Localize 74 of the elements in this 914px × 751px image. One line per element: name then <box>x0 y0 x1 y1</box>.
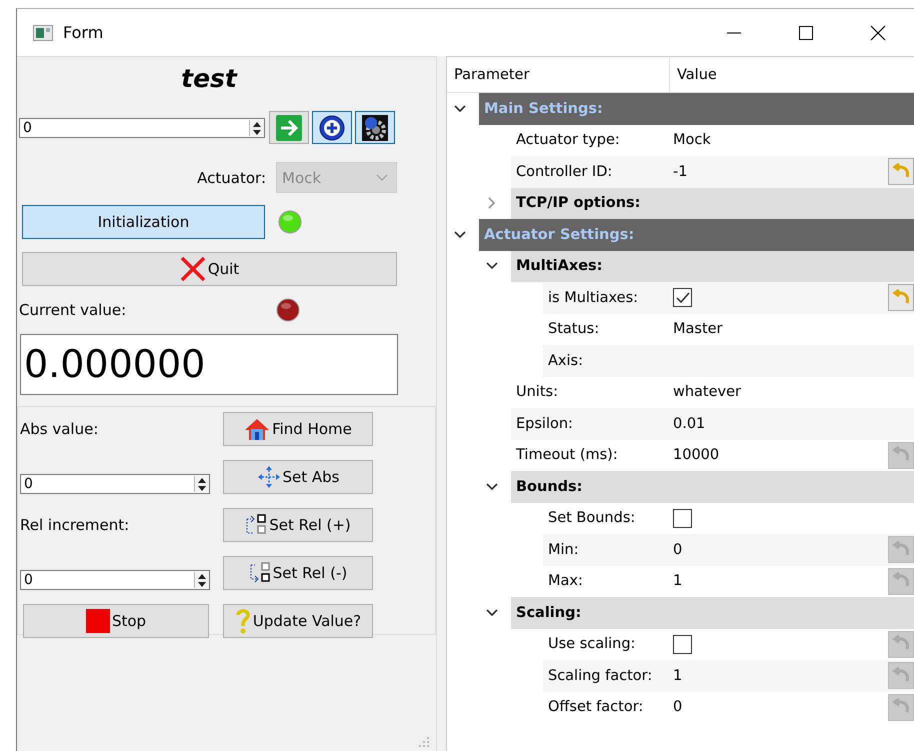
column-header[interactable]: Parameter <box>447 57 670 92</box>
parameter-value[interactable]: 0 <box>671 699 682 716</box>
undo-icon <box>891 666 911 684</box>
parameter-label: Status: <box>547 321 600 338</box>
rel-increment-label: Rel increment: <box>20 516 130 534</box>
parameter-label: Epsilon: <box>515 416 574 432</box>
parameter-label: Axis: <box>547 352 584 369</box>
relative-move-icon <box>245 513 268 537</box>
parameter-value[interactable]: 10000 <box>671 447 720 464</box>
plus-icon <box>319 114 345 140</box>
parameter-label: is Multiaxes: <box>547 290 640 306</box>
value-display: 0.000000 <box>20 334 398 395</box>
add-button[interactable] <box>312 111 352 144</box>
settings-button[interactable] <box>355 111 395 144</box>
panel-title: test <box>180 63 238 95</box>
parameter-label: Controller ID: <box>515 164 614 180</box>
current-value-label: Current value: <box>19 301 128 319</box>
spin-box[interactable]: 0 <box>19 118 265 138</box>
window-title: Form <box>63 23 104 42</box>
checkbox[interactable] <box>673 288 692 308</box>
undo-icon <box>891 162 911 180</box>
actuator-label: Actuator: <box>196 168 266 186</box>
maximize-icon <box>798 24 814 40</box>
initialization-button[interactable]: Initialization <box>22 205 265 239</box>
stop-button[interactable]: Stop <box>23 604 209 638</box>
gear-icon <box>362 114 388 140</box>
stop-icon <box>86 609 110 633</box>
parameter-value[interactable]: Master <box>671 321 723 338</box>
update-value-button[interactable]: Update Value? <box>223 604 373 638</box>
parameter-value[interactable]: 1 <box>671 573 682 590</box>
undo-icon <box>891 288 911 306</box>
relative-move-icon <box>248 561 271 585</box>
parameter-value[interactable]: whatever <box>671 384 742 400</box>
chevron-icon <box>376 174 388 182</box>
parameter-label: Set Bounds: <box>547 510 636 526</box>
abs-value-spin-box[interactable]: 0 <box>20 474 210 494</box>
column-header[interactable]: Value <box>670 57 717 92</box>
move-arrows-icon <box>256 465 280 489</box>
find-home-button[interactable]: Find Home <box>223 412 373 446</box>
set-rel-minus-button[interactable]: Set Rel (-) <box>223 556 373 590</box>
reset-button[interactable] <box>888 158 914 185</box>
reset-button[interactable] <box>888 284 914 311</box>
parameter-label: Use scaling: <box>547 636 636 652</box>
parameter-label: Timeout (ms): <box>515 447 619 464</box>
checkbox[interactable] <box>673 634 692 654</box>
rel-increment-spin-box[interactable]: 0 <box>20 570 210 590</box>
minimize-icon <box>726 32 742 34</box>
abs-value-label: Abs value: <box>20 420 100 438</box>
subgroup-header[interactable]: MultiAxes: <box>511 250 914 282</box>
subgroup-header[interactable]: Scaling: <box>511 597 914 628</box>
set-abs-button[interactable]: Set Abs <box>223 460 373 494</box>
parameter-value[interactable]: Mock <box>671 132 711 148</box>
subgroup-header[interactable]: TCP/IP options: <box>511 188 914 219</box>
close-icon <box>180 256 206 282</box>
resize-grip-icon[interactable] <box>418 736 430 748</box>
house-icon <box>244 417 270 441</box>
parameter-label: Actuator type: <box>515 132 621 148</box>
window-icon <box>33 24 53 40</box>
close-icon <box>870 24 886 40</box>
parameter-label: Offset factor: <box>547 699 644 716</box>
parameter-label: Max: <box>547 573 584 590</box>
parameter-label: Units: <box>515 384 559 400</box>
parameter-value[interactable]: 1 <box>671 668 682 684</box>
checkbox[interactable] <box>673 508 692 528</box>
parameter-value[interactable]: 0 <box>671 542 682 558</box>
parameter-value[interactable]: 0.01 <box>671 416 706 432</box>
undo-icon <box>891 540 911 558</box>
parameter-value[interactable]: -1 <box>671 164 688 180</box>
question-mark-icon <box>234 608 251 634</box>
subgroup-header[interactable]: Bounds: <box>511 471 914 502</box>
set-rel-plus-button[interactable]: Set Rel (+) <box>223 508 373 542</box>
parameter-label: Scaling factor: <box>547 668 654 684</box>
parameter-label: Min: <box>547 542 580 558</box>
quit-button[interactable]: Quit <box>22 252 397 286</box>
